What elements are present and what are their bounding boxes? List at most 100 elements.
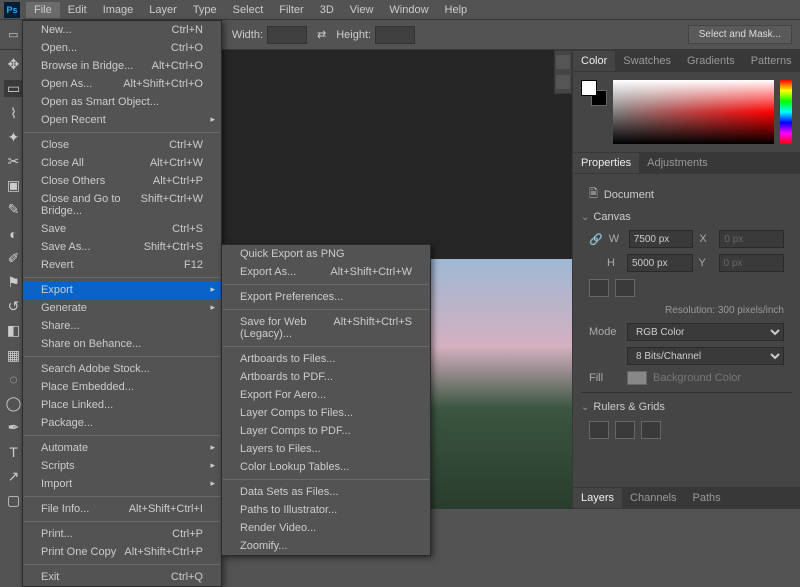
- ruler-icon[interactable]: [589, 421, 609, 439]
- type-tool-icon[interactable]: T: [4, 443, 24, 460]
- menu-item[interactable]: Open As...Alt+Shift+Ctrl+O: [23, 75, 221, 93]
- menu-edit[interactable]: Edit: [60, 2, 95, 18]
- menu-item[interactable]: ExitCtrl+Q: [23, 568, 221, 586]
- heal-tool-icon[interactable]: ◐: [4, 225, 24, 242]
- menu-item[interactable]: Color Lookup Tables...: [222, 458, 430, 476]
- menu-item[interactable]: Print One CopyAlt+Shift+Ctrl+P: [23, 543, 221, 561]
- menu-item[interactable]: Close AllAlt+Ctrl+W: [23, 154, 221, 172]
- tab-channels[interactable]: Channels: [622, 488, 684, 508]
- tab-adjustments[interactable]: Adjustments: [639, 153, 716, 173]
- guides-icon[interactable]: [641, 421, 661, 439]
- menu-item[interactable]: Export Preferences...: [222, 288, 430, 306]
- lasso-tool-icon[interactable]: ⌇: [4, 104, 24, 121]
- tab-patterns[interactable]: Patterns: [743, 51, 800, 71]
- menu-3d[interactable]: 3D: [312, 2, 342, 18]
- menu-item[interactable]: Place Embedded...: [23, 378, 221, 396]
- rulers-section[interactable]: Rulers & Grids: [581, 397, 792, 417]
- pen-tool-icon[interactable]: ✒: [4, 419, 24, 436]
- menu-item[interactable]: Export As...Alt+Shift+Ctrl+W: [222, 263, 430, 281]
- menu-item[interactable]: Zoomify...: [222, 537, 430, 555]
- menu-item[interactable]: Print...Ctrl+P: [23, 525, 221, 543]
- brush-tool-icon[interactable]: ✐: [4, 250, 24, 267]
- menu-filter[interactable]: Filter: [271, 2, 311, 18]
- menu-view[interactable]: View: [342, 2, 382, 18]
- menu-select[interactable]: Select: [225, 2, 272, 18]
- menu-help[interactable]: Help: [437, 2, 476, 18]
- orientation-landscape-icon[interactable]: [615, 279, 635, 297]
- tab-properties[interactable]: Properties: [573, 153, 639, 173]
- fill-swatch[interactable]: [627, 371, 647, 385]
- eraser-tool-icon[interactable]: ◧: [4, 322, 24, 339]
- menu-image[interactable]: Image: [95, 2, 142, 18]
- menu-item[interactable]: SaveCtrl+S: [23, 220, 221, 238]
- menu-item[interactable]: Open as Smart Object...: [23, 93, 221, 111]
- tab-paths[interactable]: Paths: [685, 488, 729, 508]
- height-input[interactable]: [375, 26, 415, 44]
- tab-swatches[interactable]: Swatches: [615, 51, 679, 71]
- history-brush-icon[interactable]: ↺: [4, 298, 24, 315]
- menu-item[interactable]: New...Ctrl+N: [23, 21, 221, 39]
- blur-tool-icon[interactable]: ◌: [4, 371, 24, 388]
- menu-item[interactable]: Layers to Files...: [222, 440, 430, 458]
- gradient-tool-icon[interactable]: ▦: [4, 346, 24, 363]
- swap-icon[interactable]: ⇄: [317, 28, 326, 41]
- menu-item[interactable]: Export: [23, 281, 221, 299]
- grid-icon[interactable]: [615, 421, 635, 439]
- menu-item[interactable]: Paths to Illustrator...: [222, 501, 430, 519]
- menu-item[interactable]: Search Adobe Stock...: [23, 360, 221, 378]
- tab-layers[interactable]: Layers: [573, 488, 622, 508]
- menu-item[interactable]: Scripts: [23, 457, 221, 475]
- x-field[interactable]: [719, 230, 784, 248]
- menu-item[interactable]: Export For Aero...: [222, 386, 430, 404]
- menu-item[interactable]: Open...Ctrl+O: [23, 39, 221, 57]
- collapsed-icon[interactable]: [556, 75, 570, 89]
- collapsed-panels[interactable]: [554, 50, 572, 94]
- tab-color[interactable]: Color: [573, 51, 615, 71]
- menu-item[interactable]: Import: [23, 475, 221, 493]
- menu-item[interactable]: Share...: [23, 317, 221, 335]
- tab-gradients[interactable]: Gradients: [679, 51, 743, 71]
- menu-item[interactable]: Browse in Bridge...Alt+Ctrl+O: [23, 57, 221, 75]
- width-input[interactable]: [267, 26, 307, 44]
- height-field[interactable]: [627, 254, 693, 272]
- link-icon[interactable]: 🔗: [589, 233, 603, 246]
- menu-item[interactable]: Generate: [23, 299, 221, 317]
- menu-item[interactable]: RevertF12: [23, 256, 221, 274]
- menu-item[interactable]: Open Recent: [23, 111, 221, 129]
- marquee-preset-icon[interactable]: ▭: [8, 28, 18, 41]
- path-tool-icon[interactable]: ↗: [4, 467, 24, 484]
- orientation-portrait-icon[interactable]: [589, 279, 609, 297]
- menu-item[interactable]: File Info...Alt+Shift+Ctrl+I: [23, 500, 221, 518]
- menu-window[interactable]: Window: [381, 2, 436, 18]
- width-field[interactable]: [629, 230, 694, 248]
- shape-tool-icon[interactable]: ▢: [4, 492, 24, 509]
- crop-tool-icon[interactable]: ✂: [4, 153, 24, 170]
- bits-select[interactable]: 8 Bits/Channel: [627, 347, 784, 365]
- menu-item[interactable]: Quick Export as PNG: [222, 245, 430, 263]
- menu-item[interactable]: Save for Web (Legacy)...Alt+Shift+Ctrl+S: [222, 313, 430, 343]
- menu-item[interactable]: CloseCtrl+W: [23, 136, 221, 154]
- dodge-tool-icon[interactable]: ◯: [4, 395, 24, 412]
- menu-item[interactable]: Save As...Shift+Ctrl+S: [23, 238, 221, 256]
- menu-type[interactable]: Type: [185, 2, 225, 18]
- wand-tool-icon[interactable]: ✦: [4, 129, 24, 146]
- collapsed-icon[interactable]: [556, 55, 570, 69]
- eyedropper-tool-icon[interactable]: ✎: [4, 201, 24, 218]
- menu-item[interactable]: Automate: [23, 439, 221, 457]
- color-picker[interactable]: [613, 80, 774, 144]
- menu-item[interactable]: Share on Behance...: [23, 335, 221, 353]
- menu-file[interactable]: File: [26, 2, 60, 18]
- menu-item[interactable]: Close and Go to Bridge...Shift+Ctrl+W: [23, 190, 221, 220]
- stamp-tool-icon[interactable]: ⚑: [4, 274, 24, 291]
- mode-select[interactable]: RGB Color: [627, 323, 784, 341]
- marquee-tool-icon[interactable]: ▭: [4, 80, 24, 97]
- move-tool-icon[interactable]: ✥: [4, 56, 24, 73]
- select-and-mask-button[interactable]: Select and Mask...: [688, 25, 792, 44]
- hue-slider[interactable]: [780, 80, 792, 144]
- canvas-section[interactable]: Canvas: [581, 207, 792, 227]
- y-field[interactable]: [719, 254, 785, 272]
- menu-item[interactable]: Place Linked...: [23, 396, 221, 414]
- frame-tool-icon[interactable]: ▣: [4, 177, 24, 194]
- menu-layer[interactable]: Layer: [141, 2, 185, 18]
- fg-bg-swatch[interactable]: [581, 80, 607, 106]
